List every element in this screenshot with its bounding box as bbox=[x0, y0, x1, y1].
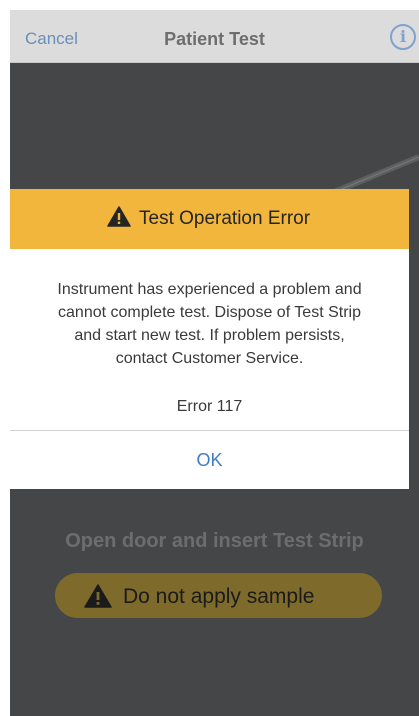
message-line: cannot complete test. Dispose of Test St… bbox=[58, 304, 361, 321]
do-not-apply-sample-indicator: Do not apply sample bbox=[55, 573, 382, 618]
page-title: Patient Test bbox=[164, 29, 265, 49]
background-device-illustration bbox=[308, 154, 419, 202]
message-line: contact Customer Service. bbox=[115, 350, 304, 367]
ok-button[interactable]: OK bbox=[10, 431, 409, 489]
dialog-header: Test Operation Error bbox=[10, 189, 409, 249]
error-code: Error 117 bbox=[176, 398, 243, 415]
warning-triangle-icon bbox=[107, 206, 131, 227]
message-line: Instrument has experienced a problem and bbox=[57, 281, 362, 298]
message-line: and start new test. If problem persists, bbox=[74, 327, 345, 344]
dialog-message: Instrument has experienced a problem and… bbox=[18, 278, 401, 370]
navigation-bar: Cancel Patient Test i bbox=[10, 10, 419, 63]
info-icon[interactable]: i bbox=[390, 24, 416, 50]
error-dialog: Test Operation Error Instrument has expe… bbox=[10, 189, 409, 489]
warning-triangle-icon bbox=[84, 584, 112, 608]
dialog-title: Test Operation Error bbox=[139, 208, 311, 229]
instruction-text: Open door and insert Test Strip bbox=[65, 530, 364, 552]
warning-pill-label: Do not apply sample bbox=[123, 585, 315, 608]
